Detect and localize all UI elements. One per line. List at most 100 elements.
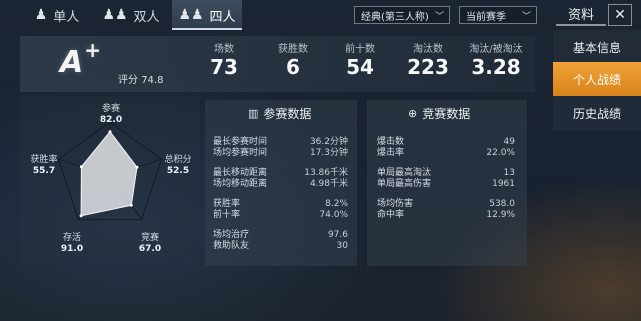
stat-row-value: 74.0% [319,210,348,220]
participation-title: ▥ 参赛数据 [248,106,312,121]
side-item-label: 历史战绩 [572,106,621,121]
stat-eliminations: 淘汰数 223 [393,40,463,79]
close-button[interactable]: ✕ [608,4,632,26]
tab-profile[interactable]: 资料 [556,2,606,26]
grade-badge: A + [60,38,101,80]
stat-row: 救助队友 30 [213,241,348,252]
chevron-down-icon: ﹀ [521,12,531,22]
stat-matches: 场数 73 [189,40,259,79]
rating: 评分 74.8 [118,71,163,86]
stat-row-value: 17.3分钟 [309,148,348,158]
stat-row-value: 97.6 [327,230,348,240]
chevron-down-icon: ﹀ [434,12,444,22]
radar-point [79,165,83,169]
season-dropdown[interactable]: 当前赛季 ﹀ [459,6,537,24]
stat-row-label: 命中率 [377,210,405,220]
radar-label-participation: 参赛 82.0 [99,104,123,125]
stat-row-label: 获胜率 [213,199,241,209]
stat-row-value: 13.86千米 [304,168,348,178]
grade-suffix: + [84,38,101,62]
squad-icon: ♟♟ [178,7,204,23]
tab-solo-label: 单人 [53,9,80,25]
stat-row-label: 场均移动距离 [213,179,268,189]
stat-row: 获胜率 8.2% [213,199,348,210]
stat-value: 6 [286,55,300,79]
tab-duo[interactable]: ♟♟ 双人 [100,0,162,30]
stat-row-value: 1961 [492,179,515,189]
stat-row-value: 13 [503,168,515,178]
stat-row: 最长参赛时间 36.2分钟 [213,137,348,148]
stat-row: 场均移动距离 4.98千米 [213,179,348,190]
side-item-history[interactable]: 历史战绩 [553,96,641,130]
stat-row: 单局最高淘汰 13 [377,168,515,179]
stat-row: 前十率 74.0% [213,210,348,221]
stat-value: 223 [407,55,449,79]
stat-kd: 淘汰/被淘汰 3.28 [461,40,531,79]
radar-label-survival: 存活 91.0 [60,233,84,254]
stat-row-value: 4.98千米 [309,179,348,189]
radar-value-area [80,130,138,217]
tab-solo[interactable]: ♟ 单人 [28,0,86,30]
stat-row-label: 场均治疗 [213,230,250,240]
stat-label: 获胜数 [278,44,308,55]
radar-label-win-rate: 获胜率 55.7 [30,155,58,176]
stat-row-label: 救助队友 [213,241,250,251]
stat-row-label: 场均伤害 [377,199,414,209]
mode-dropdown-value: 经典(第三人称) [361,11,429,23]
side-item-basic-info[interactable]: 基本信息 [553,30,641,64]
stat-value: 3.28 [471,55,521,79]
stat-row: 爆击数 49 [377,137,515,148]
top-bar: ♟ 单人 ♟♟ 双人 ♟♟ 四人 经典(第三人称) ﹀ 当前赛季 ﹀ [0,0,548,30]
stat-row-label: 最长参赛时间 [213,137,268,147]
stat-row-label: 最长移动距离 [213,168,268,178]
stat-row: 场均治疗 97.6 [213,230,348,241]
stat-row: 最长移动距离 13.86千米 [213,168,348,179]
stat-row-value: 30 [336,241,348,251]
side-item-label: 基本信息 [572,40,621,55]
season-dropdown-value: 当前赛季 [466,11,506,23]
radar-label-competition: 竞赛 67.0 [138,233,162,254]
stat-row-value: 12.9% [486,210,515,220]
mode-dropdown[interactable]: 经典(第三人称) ﹀ [354,6,450,24]
stat-label: 淘汰数 [413,44,443,55]
rating-value: 74.8 [141,75,164,86]
radar-point [129,203,133,207]
stat-value: 73 [210,55,238,79]
stat-row-value: 36.2分钟 [309,137,348,147]
stat-row: 命中率 12.9% [377,210,515,221]
duo-icon: ♟♟ [102,7,128,23]
radar-label-total-score: 总积分 52.5 [164,155,192,176]
tab-squad-label: 四人 [209,9,236,25]
stat-row: 爆击率 22.0% [377,148,515,159]
stat-row-value: 8.2% [325,199,348,209]
stat-row-value: 22.0% [486,148,515,158]
grade-letter: A [60,45,83,80]
stat-row-value: 49 [503,137,515,147]
stat-row-value: 538.0 [489,199,515,209]
radar-point [135,165,139,169]
person-icon: ♟ [34,7,48,23]
stat-row-label: 爆击率 [377,148,405,158]
stat-label: 场数 [214,44,234,55]
tab-duo-label: 双人 [133,9,160,25]
stat-top10: 前十数 54 [325,40,395,79]
tab-squad[interactable]: ♟♟ 四人 [172,0,242,30]
radar-point [79,214,83,218]
crosshair-icon: ⊕ [408,106,418,120]
radar-point [108,130,112,134]
stat-row: 单局最高伤害 1961 [377,179,515,190]
stat-row-label: 前十率 [213,210,241,220]
stat-label: 淘汰/被淘汰 [469,44,523,55]
side-item-label: 个人战绩 [572,72,621,87]
stat-wins: 获胜数 6 [258,40,328,79]
stat-row-label: 单局最高淘汰 [377,168,432,178]
stat-row-label: 爆击数 [377,137,405,147]
stat-row: 场均参赛时间 17.3分钟 [213,148,348,159]
stat-value: 54 [346,55,374,79]
bar-chart-icon: ▥ [248,106,259,120]
stat-row-label: 场均参赛时间 [213,148,268,158]
stat-label: 前十数 [345,44,375,55]
competition-title: ⊕ 竞赛数据 [408,106,471,121]
side-item-personal-record[interactable]: 个人战绩 [553,62,641,96]
stat-row: 场均伤害 538.0 [377,199,515,210]
